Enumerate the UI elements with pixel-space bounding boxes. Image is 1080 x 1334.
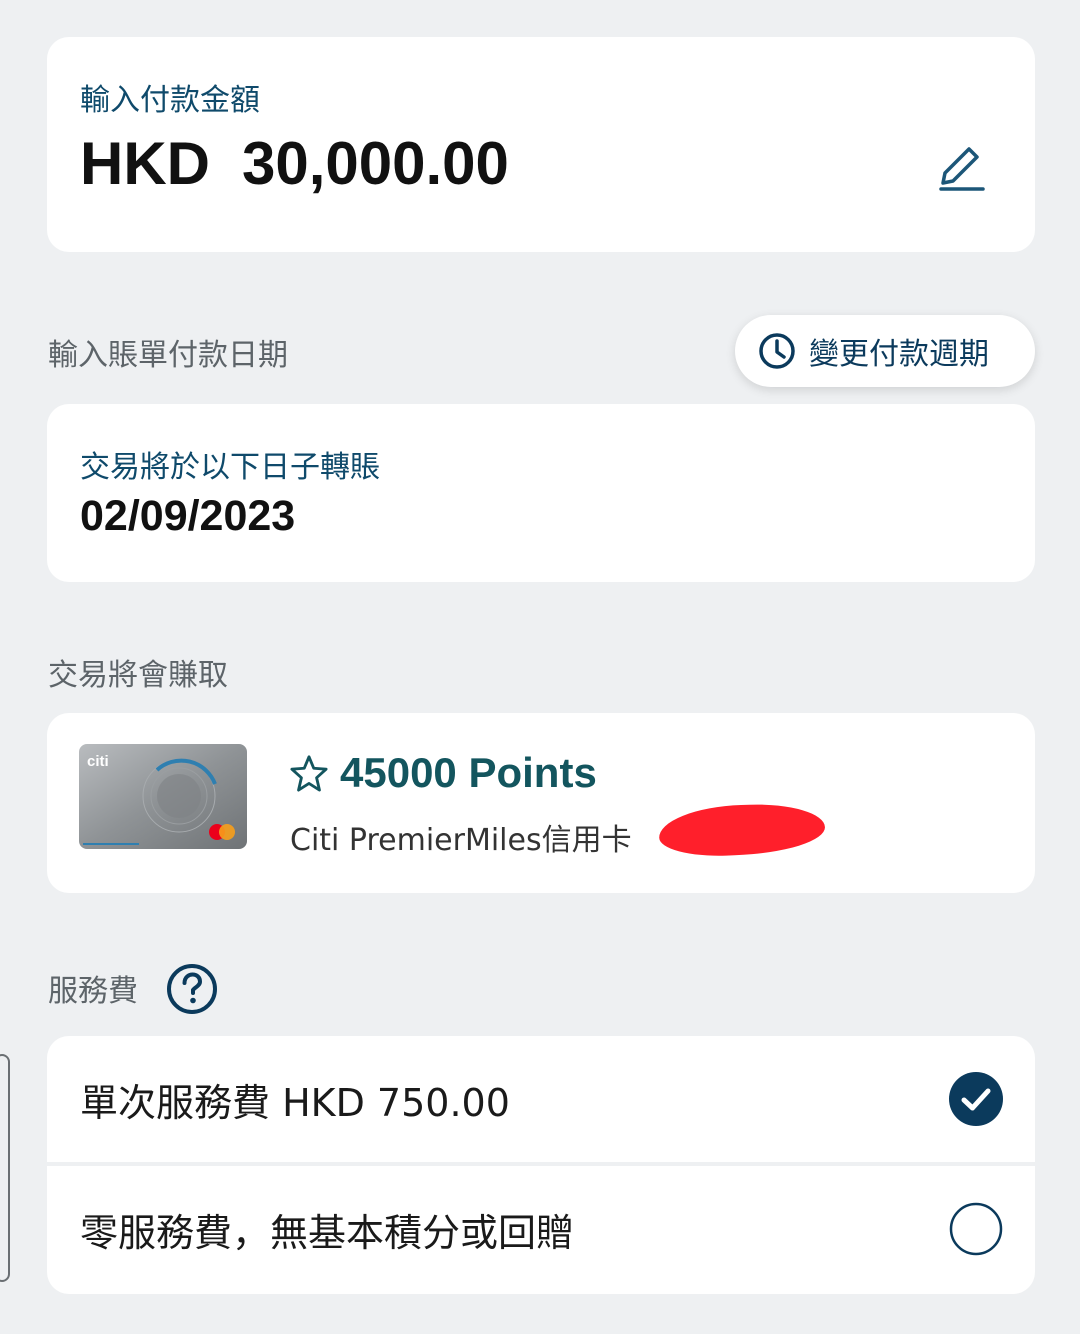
star-icon bbox=[290, 755, 328, 792]
payment-date-section-label: 輸入賬單付款日期 bbox=[48, 338, 288, 373]
change-payment-cycle-label: 變更付款週期 bbox=[809, 337, 989, 372]
empty-circle-icon bbox=[949, 1202, 1003, 1256]
fee-option-label: 單次服務費 HKD 750.00 bbox=[80, 1081, 510, 1125]
scrollbar[interactable] bbox=[0, 1054, 10, 1282]
card-brand-text: citi bbox=[87, 753, 109, 770]
payment-page: 輸入付款金額 HKD 30,000.00 輸入賬單付款日期 變更付款週期 交易將於… bbox=[0, 0, 1080, 1334]
service-fee-options: 單次服務費 HKD 750.00 零服務費，無基本積分或回贈 bbox=[47, 1036, 1035, 1294]
card-name: Citi PremierMiles信用卡 bbox=[290, 823, 632, 858]
amount-label: 輸入付款金額 bbox=[80, 83, 260, 118]
amount-value: 30,000.00 bbox=[242, 130, 509, 197]
redaction-mark bbox=[658, 802, 826, 858]
rewards-section-label: 交易將會賺取 bbox=[48, 658, 228, 693]
rewards-card: citi 45000 Points Citi PremierMiles信用卡 bbox=[47, 713, 1035, 893]
amount-card[interactable]: 輸入付款金額 HKD 30,000.00 bbox=[47, 37, 1035, 252]
fee-option-zero-fee[interactable]: 零服務費，無基本積分或回贈 bbox=[47, 1166, 1035, 1292]
edit-amount-button[interactable] bbox=[937, 137, 987, 193]
fee-option-single[interactable]: 單次服務費 HKD 750.00 bbox=[47, 1036, 1035, 1162]
transfer-date-value: 02/09/2023 bbox=[80, 492, 296, 540]
clock-icon bbox=[759, 333, 795, 369]
service-fee-section-label: 服務費 bbox=[48, 974, 138, 1009]
fee-option-label: 零服務費，無基本積分或回贈 bbox=[80, 1211, 575, 1255]
points-value: 45000 Points bbox=[340, 749, 597, 796]
transfer-date-card[interactable]: 交易將於以下日子轉賬 02/09/2023 bbox=[47, 404, 1035, 582]
transfer-date-label: 交易將於以下日子轉賬 bbox=[80, 450, 380, 485]
service-fee-help-button[interactable] bbox=[165, 962, 219, 1016]
change-payment-cycle-button[interactable]: 變更付款週期 bbox=[735, 315, 1035, 387]
check-circle-icon bbox=[949, 1072, 1003, 1126]
points-row: 45000 Points bbox=[290, 749, 597, 797]
question-circle-icon bbox=[167, 964, 217, 1014]
pencil-icon bbox=[939, 147, 985, 191]
amount-currency: HKD bbox=[80, 130, 210, 197]
credit-card-image: citi bbox=[79, 744, 247, 849]
amount-display: HKD 30,000.00 bbox=[80, 129, 509, 198]
